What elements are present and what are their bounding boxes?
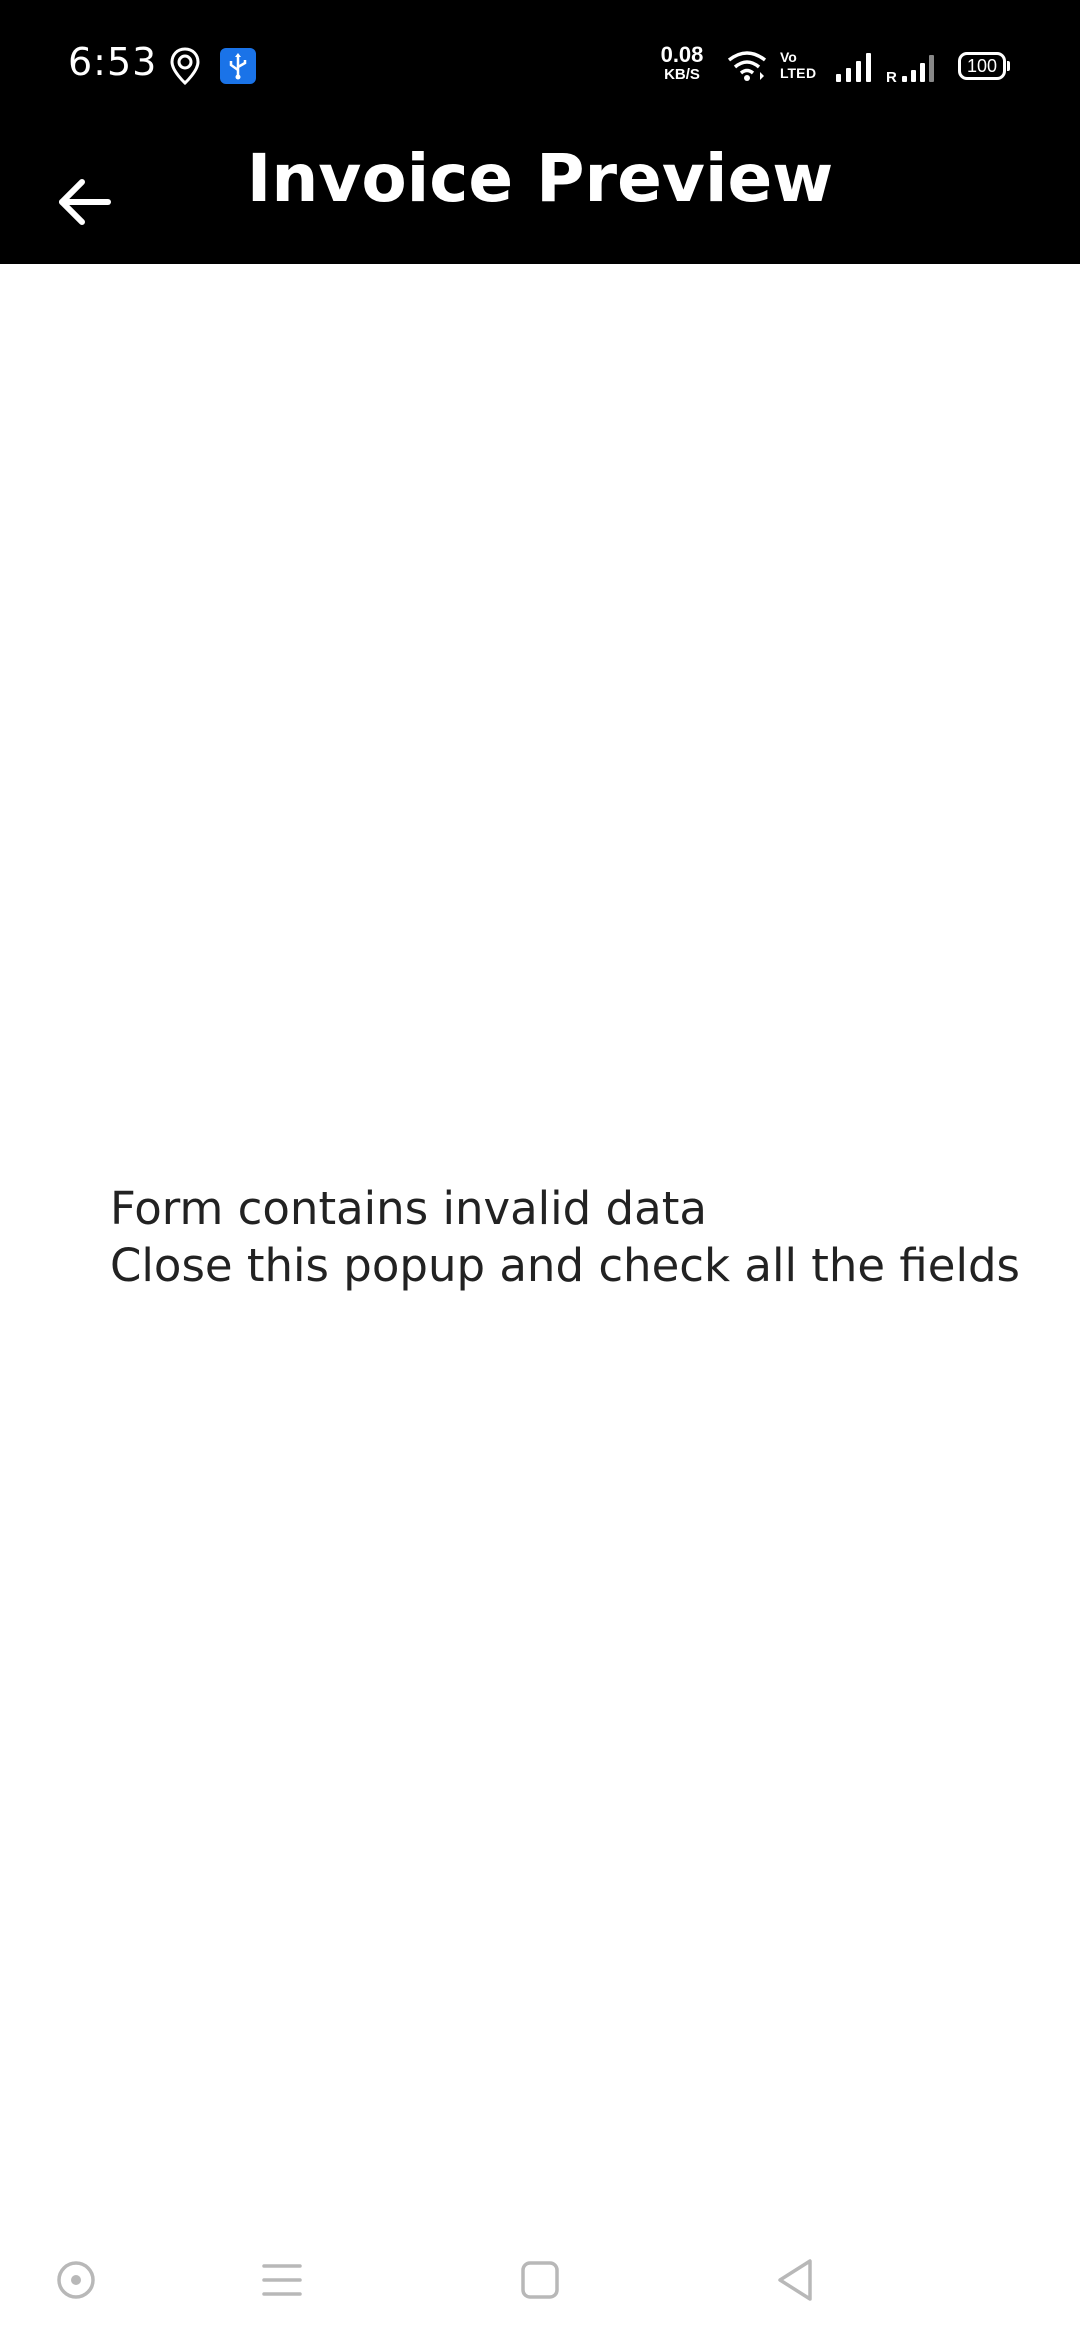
svg-text:R: R <box>886 69 897 84</box>
menu-icon <box>262 2264 302 2296</box>
menu-button[interactable] <box>250 2248 314 2312</box>
error-message-line-2: Close this popup and check all the field… <box>110 1239 1020 1292</box>
network-speed-value: 0.08 <box>660 42 704 67</box>
battery-icon: 100 <box>958 52 1010 80</box>
back-button[interactable] <box>40 158 128 246</box>
svg-text:Vo: Vo <box>780 49 797 65</box>
error-message-line-1: Form contains invalid data <box>110 1182 707 1235</box>
svg-text:LTE: LTE <box>780 65 805 81</box>
app-bar: Invoice Preview <box>0 132 1080 264</box>
error-message: Form contains invalid data Close this po… <box>110 1180 1020 1294</box>
home-icon <box>521 2261 559 2299</box>
location-icon <box>168 46 202 86</box>
volte-icon: Vo LTE D <box>778 48 820 82</box>
assistant-icon <box>57 2261 95 2299</box>
network-speed: 0.08 KB/S <box>652 42 712 83</box>
back-icon <box>778 2259 812 2301</box>
status-time: 6:53 <box>68 40 158 84</box>
home-button[interactable] <box>508 2248 572 2312</box>
nav-back-button[interactable] <box>764 2248 828 2312</box>
network-speed-unit: KB/S <box>664 66 700 83</box>
assistant-button[interactable] <box>44 2248 108 2312</box>
arrow-left-icon <box>59 179 111 225</box>
svg-text:D: D <box>806 65 816 81</box>
page-title: Invoice Preview <box>246 140 834 217</box>
wifi-icon <box>726 48 768 82</box>
usb-icon <box>220 48 256 84</box>
roaming-signal-icon: R <box>886 50 942 86</box>
invoice-preview-content: Form contains invalid data Close this po… <box>0 264 1080 2192</box>
status-bar: 6:53 0.08 KB/S Vo LTE D R 100 <box>0 0 1080 132</box>
signal-icon <box>834 50 876 84</box>
system-nav-bar <box>0 2220 1080 2340</box>
